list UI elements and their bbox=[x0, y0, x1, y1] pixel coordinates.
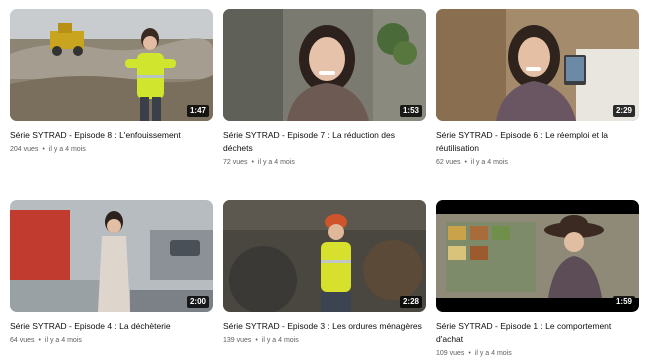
meta-separator: • bbox=[468, 350, 471, 357]
indoor-interview-image bbox=[223, 9, 426, 121]
video-meta: 72 vues • il y a 4 mois bbox=[223, 158, 426, 167]
meta-separator: • bbox=[464, 159, 467, 166]
video-meta: 64 vues • il y a 4 mois bbox=[10, 336, 213, 345]
waste-plant-image bbox=[223, 200, 426, 312]
video-title[interactable]: Série SYTRAD - Episode 3 : Les ordures m… bbox=[223, 320, 426, 333]
video-meta: 109 vues • il y a 4 mois bbox=[436, 349, 639, 358]
landfill-scene-image bbox=[10, 9, 213, 121]
upload-age: il y a 4 mois bbox=[257, 159, 295, 166]
video-thumbnail[interactable]: 2:28 bbox=[223, 200, 426, 312]
view-count: 62 vues bbox=[436, 159, 461, 166]
video-meta: 62 vues • il y a 4 mois bbox=[436, 158, 639, 167]
video-title[interactable]: Série SYTRAD - Episode 6 : Le réemploi e… bbox=[436, 129, 639, 155]
video-card[interactable]: 1:59 Série SYTRAD - Episode 1 : Le compo… bbox=[436, 200, 639, 358]
video-meta: 204 vues • il y a 4 mois bbox=[10, 145, 213, 154]
meta-separator: • bbox=[38, 337, 41, 344]
view-count: 204 vues bbox=[10, 146, 39, 153]
view-count: 139 vues bbox=[223, 337, 252, 344]
meta-separator: • bbox=[255, 337, 258, 344]
video-card[interactable]: 2:00 Série SYTRAD - Episode 4 : La déchè… bbox=[10, 200, 213, 345]
video-duration-badge: 2:28 bbox=[399, 296, 422, 308]
upload-age: il y a 4 mois bbox=[44, 337, 82, 344]
view-count: 64 vues bbox=[10, 337, 35, 344]
meta-separator: • bbox=[42, 146, 45, 153]
video-duration-badge: 1:47 bbox=[186, 105, 209, 117]
video-card[interactable]: 1:47 Série SYTRAD - Episode 8 : L'enfoui… bbox=[10, 9, 213, 154]
video-thumbnail[interactable]: 2:00 bbox=[10, 200, 213, 312]
video-duration-badge: 2:29 bbox=[612, 105, 635, 117]
upload-age: il y a 4 mois bbox=[48, 146, 86, 153]
upload-age: il y a 4 mois bbox=[261, 337, 299, 344]
video-title[interactable]: Série SYTRAD - Episode 1 : Le comporteme… bbox=[436, 320, 639, 346]
view-count: 72 vues bbox=[223, 159, 248, 166]
office-interview-image bbox=[436, 9, 639, 121]
meta-separator: • bbox=[251, 159, 254, 166]
video-title[interactable]: Série SYTRAD - Episode 4 : La déchèterie bbox=[10, 320, 213, 333]
video-thumbnail[interactable]: 1:59 bbox=[436, 200, 639, 312]
video-meta: 139 vues • il y a 4 mois bbox=[223, 336, 426, 345]
video-duration-badge: 1:53 bbox=[399, 105, 422, 117]
upload-age: il y a 4 mois bbox=[470, 159, 508, 166]
video-thumbnail[interactable]: 1:47 bbox=[10, 9, 213, 121]
video-duration-badge: 1:59 bbox=[612, 296, 635, 308]
recycling-center-image bbox=[10, 200, 213, 312]
video-card[interactable]: 2:28 Série SYTRAD - Episode 3 : Les ordu… bbox=[223, 200, 426, 345]
video-card[interactable]: 2:29 Série SYTRAD - Episode 6 : Le réemp… bbox=[436, 9, 639, 167]
upload-age: il y a 4 mois bbox=[474, 350, 512, 357]
video-title[interactable]: Série SYTRAD - Episode 7 : La réduction … bbox=[223, 129, 426, 155]
video-thumbnail[interactable]: 1:53 bbox=[223, 9, 426, 121]
grocery-store-image bbox=[436, 200, 639, 312]
view-count: 109 vues bbox=[436, 350, 465, 357]
video-card[interactable]: 1:53 Série SYTRAD - Episode 7 : La réduc… bbox=[223, 9, 426, 167]
video-duration-badge: 2:00 bbox=[186, 296, 209, 308]
video-thumbnail[interactable]: 2:29 bbox=[436, 9, 639, 121]
video-title[interactable]: Série SYTRAD - Episode 8 : L'enfouisseme… bbox=[10, 129, 213, 142]
